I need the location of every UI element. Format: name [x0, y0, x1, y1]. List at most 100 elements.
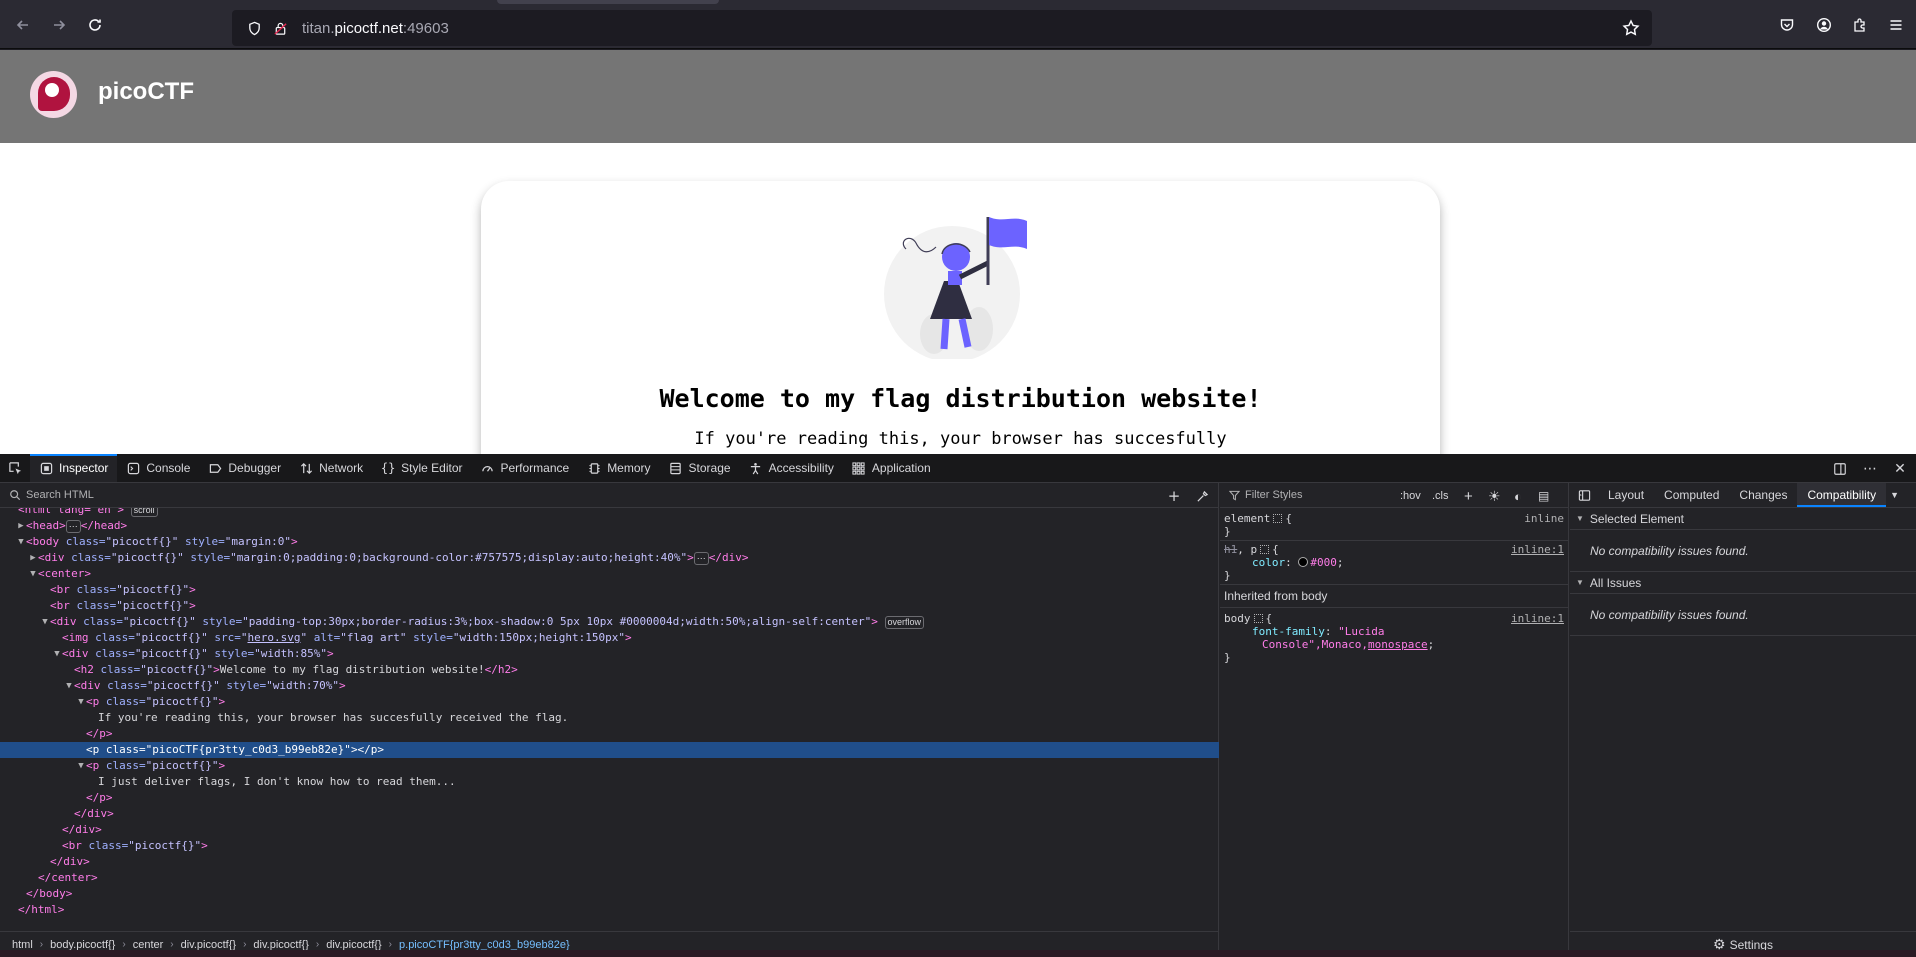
reload-icon[interactable] [84, 14, 106, 36]
css-value[interactable]: "Lucida [1338, 625, 1384, 638]
close-devtools-icon[interactable]: ✕ [1892, 461, 1908, 477]
css-property[interactable]: font-family [1252, 625, 1325, 638]
tree-node-header-div[interactable]: ▶ <div class="picoctf{}" style="margin:0;… [0, 550, 1219, 566]
url-bar[interactable]: titan.picoctf.net:49603 [232, 10, 1652, 46]
box-model-icon[interactable] [1273, 514, 1283, 523]
section-all-issues[interactable]: ▼ All Issues [1570, 572, 1916, 594]
attr-src-link[interactable]: hero.svg [247, 631, 300, 644]
tab-network[interactable]: Network [290, 454, 372, 482]
tree-node-body-close[interactable]: </body> [0, 886, 1219, 902]
dock-toggle-icon[interactable] [1832, 461, 1848, 477]
tree-node-img[interactable]: <img class="picoctf{}" src="hero.svg" al… [0, 630, 1219, 646]
collapse-arrow-icon[interactable]: ▼ [76, 758, 86, 774]
tree-node-body[interactable]: ▼ <body class="picoctf{}" style="margin:0… [0, 534, 1219, 550]
add-node-icon[interactable]: + [1165, 487, 1183, 505]
class-toggle[interactable]: .cls [1432, 487, 1449, 505]
section-selected-element[interactable]: ▼ Selected Element [1570, 508, 1916, 530]
tab-console[interactable]: Console [117, 454, 199, 482]
tab-inspector[interactable]: Inspector [30, 454, 118, 482]
tree-node-div85-close[interactable]: </div> [0, 822, 1219, 838]
box-model-icon[interactable] [1253, 614, 1263, 623]
tree-node-flag-p[interactable]: <p class="picoCTF{pr3tty_c0d3_b99eb82e}"… [0, 742, 1219, 758]
rule-source-link[interactable]: inline:1 [1511, 612, 1564, 625]
toggle-sidebar-icon[interactable] [1570, 483, 1598, 507]
rule-element[interactable]: element{ inline } [1220, 508, 1568, 540]
rule-h1-p[interactable]: h1, p{ inline:1 color: #000; } [1220, 540, 1568, 584]
pocket-icon[interactable] [1776, 14, 1798, 36]
tree-node-br[interactable]: <br class="picoctf{}"> [0, 838, 1219, 854]
menu-icon[interactable] [1885, 14, 1907, 36]
back-icon[interactable] [12, 14, 34, 36]
dark-scheme-icon[interactable]: ◐ [1514, 487, 1522, 505]
tree-text-node[interactable]: If you're reading this, your browser has… [0, 710, 1219, 726]
collapse-arrow-icon[interactable]: ▼ [64, 678, 74, 694]
add-rule-icon[interactable]: + [1464, 487, 1473, 505]
tab-changes[interactable]: Changes [1729, 483, 1797, 507]
tree-node-card-div[interactable]: ▼ <div class="picoctf{}" style="padding-t… [0, 614, 1219, 630]
collapse-arrow-icon[interactable]: ▼ [28, 566, 38, 582]
tree-node-center-close[interactable]: </center> [0, 870, 1219, 886]
tab-memory[interactable]: Memory [578, 454, 659, 482]
breadcrumb-item[interactable]: center [131, 939, 166, 951]
insecure-lock-icon[interactable] [272, 20, 288, 36]
expand-arrow-icon[interactable]: ▶ [16, 518, 26, 534]
css-property[interactable]: color [1252, 556, 1285, 569]
tree-node-h2[interactable]: <h2 class="picoctf{}">Welcome to my flag… [0, 662, 1219, 678]
tree-node-p1[interactable]: ▼ <p class="picoctf{}"> [0, 694, 1219, 710]
tab-storage[interactable]: Storage [660, 454, 740, 482]
tab-layout[interactable]: Layout [1598, 483, 1654, 507]
tree-node-card-close[interactable]: </div> [0, 854, 1219, 870]
rule-body[interactable]: body{ inline:1 font-family: "Lucida Cons… [1220, 608, 1568, 666]
element-picker-icon[interactable] [0, 454, 30, 482]
collapse-arrow-icon[interactable]: ▼ [52, 646, 62, 662]
tree-node-html[interactable]: <html lang="en"> scroll [0, 508, 1219, 518]
tree-text-node[interactable]: I just deliver flags, I don't know how t… [0, 774, 1219, 790]
tree-node-html-close[interactable]: </html> [0, 902, 1219, 918]
tab-debugger[interactable]: Debugger [199, 454, 290, 482]
overflow-badge[interactable]: overflow [884, 615, 925, 629]
expand-arrow-icon[interactable]: ▶ [28, 550, 38, 566]
tree-node-div70[interactable]: ▼ <div class="picoctf{}" style="width:70%… [0, 678, 1219, 694]
breadcrumb-item[interactable]: div.picoctf{} [251, 939, 310, 951]
url-text[interactable]: titan.picoctf.net:49603 [302, 20, 449, 37]
box-model-icon[interactable] [1260, 545, 1270, 554]
tree-node-div85[interactable]: ▼ <div class="picoctf{}" style="width:85%… [0, 646, 1219, 662]
breadcrumb-item[interactable]: html [10, 939, 35, 951]
hover-state-toggle[interactable]: :hov [1400, 487, 1421, 505]
scroll-badge[interactable]: scroll [130, 508, 158, 517]
breadcrumb-item[interactable]: div.picoctf{} [179, 939, 238, 951]
rule-source-link[interactable]: inline:1 [1511, 543, 1564, 556]
breadcrumb-item-current[interactable]: p.picoCTF{pr3tty_c0d3_b99eb82e} [397, 939, 572, 951]
tree-node-p2-close[interactable]: </p> [0, 790, 1219, 806]
account-icon[interactable] [1813, 14, 1835, 36]
breadcrumb-item[interactable]: body.picoctf{} [48, 939, 117, 951]
light-scheme-icon[interactable]: ☀ [1488, 487, 1501, 505]
css-value-link[interactable]: monospace [1368, 638, 1428, 651]
eyedropper-icon[interactable] [1193, 487, 1211, 505]
more-options-icon[interactable]: ⋯ [1862, 461, 1878, 477]
tab-computed[interactable]: Computed [1654, 483, 1729, 507]
forward-icon[interactable] [48, 14, 70, 36]
tree-node-br[interactable]: <br class="picoctf{}"> [0, 598, 1219, 614]
tab-compatibility[interactable]: Compatibility [1797, 483, 1887, 507]
bookmark-star-icon[interactable] [1622, 19, 1640, 37]
extensions-icon[interactable] [1849, 14, 1871, 36]
dom-tree[interactable]: <html lang="en"> scroll ▶ <head> ⋯ </head> … [0, 508, 1219, 926]
shield-icon[interactable] [246, 20, 262, 36]
collapse-arrow-icon[interactable]: ▼ [16, 534, 26, 550]
tab-style-editor[interactable]: {} Style Editor [372, 454, 471, 482]
collapsed-ellipsis[interactable]: ⋯ [693, 551, 709, 565]
collapse-arrow-icon[interactable]: ▼ [40, 614, 50, 630]
chevron-down-icon[interactable]: ▼ [1886, 483, 1903, 507]
tree-node-p1-close[interactable]: </p> [0, 726, 1219, 742]
filter-styles-input[interactable] [1245, 489, 1395, 501]
breadcrumb-item[interactable]: div.picoctf{} [324, 939, 383, 951]
tree-node-p2[interactable]: ▼ <p class="picoctf{}"> [0, 758, 1219, 774]
tab-performance[interactable]: Performance [471, 454, 578, 482]
tree-node-center[interactable]: ▼ <center> [0, 566, 1219, 582]
css-value[interactable]: Console",Monaco, [1262, 638, 1368, 651]
collapsed-ellipsis[interactable]: ⋯ [65, 519, 81, 533]
color-swatch[interactable] [1298, 557, 1309, 567]
print-media-icon[interactable]: ▤ [1538, 487, 1549, 505]
tree-node-div70-close[interactable]: </div> [0, 806, 1219, 822]
